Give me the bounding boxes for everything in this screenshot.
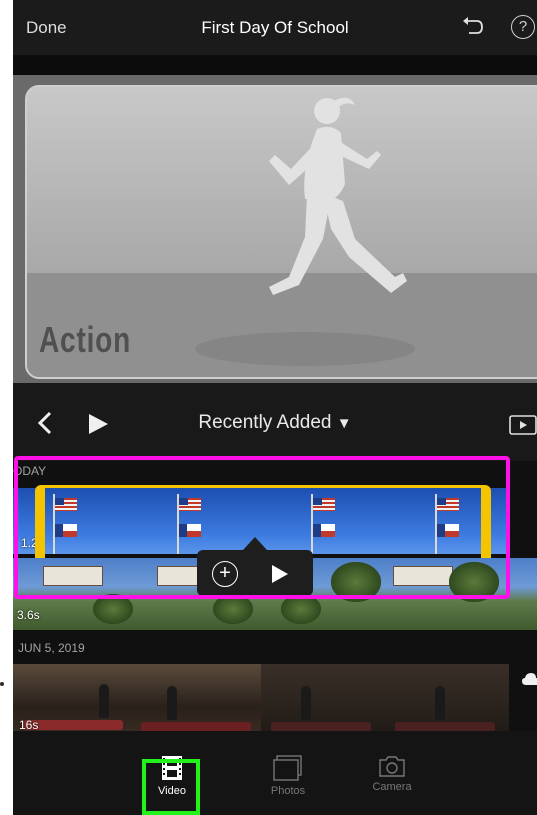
tab-camera[interactable]: Camera bbox=[357, 755, 427, 793]
theme-label: Action bbox=[39, 319, 132, 360]
clip-frame bbox=[261, 664, 385, 736]
runner-icon bbox=[269, 97, 407, 295]
group-label-date: JUN 5, 2019 bbox=[18, 641, 85, 655]
undo-icon[interactable] bbox=[459, 15, 485, 41]
clip-frame bbox=[137, 664, 261, 736]
camera-icon bbox=[379, 756, 405, 777]
clip-event[interactable]: 16s bbox=[13, 664, 537, 736]
media-browser-bar: Recently Added ▼ bbox=[13, 383, 537, 461]
tab-highlight-annotation bbox=[142, 759, 200, 815]
clip-browser: ODAY 1.2s 3.6s + JUN 5, 2019 16s bbox=[13, 456, 537, 736]
edge-marker bbox=[0, 682, 4, 686]
source-dropdown-label: Recently Added bbox=[198, 412, 332, 433]
theme-preview: Action bbox=[13, 75, 537, 383]
theme-card: Action bbox=[25, 85, 537, 379]
fullscreen-preview-icon[interactable] bbox=[509, 415, 537, 435]
help-button[interactable]: ? bbox=[511, 15, 535, 39]
tab-label: Camera bbox=[372, 781, 412, 793]
clip-duration: 3.6s bbox=[17, 608, 40, 622]
top-bar: Done First Day Of School ? bbox=[13, 0, 537, 55]
clip-duration: 16s bbox=[19, 718, 39, 732]
chevron-down-icon: ▼ bbox=[336, 415, 352, 432]
highlight-annotation bbox=[14, 456, 510, 599]
preview-top-strip bbox=[13, 55, 537, 75]
tab-photos[interactable]: Photos bbox=[253, 755, 323, 797]
imovie-app: Done First Day Of School ? Action Recent… bbox=[13, 0, 537, 815]
photos-icon bbox=[273, 755, 302, 781]
source-dropdown[interactable]: Recently Added ▼ bbox=[13, 412, 537, 434]
tab-label: Photos bbox=[270, 785, 306, 797]
media-tab-bar: Video Photos Camera bbox=[13, 731, 537, 815]
clip-frame bbox=[385, 664, 509, 736]
cloud-icon bbox=[522, 673, 537, 685]
